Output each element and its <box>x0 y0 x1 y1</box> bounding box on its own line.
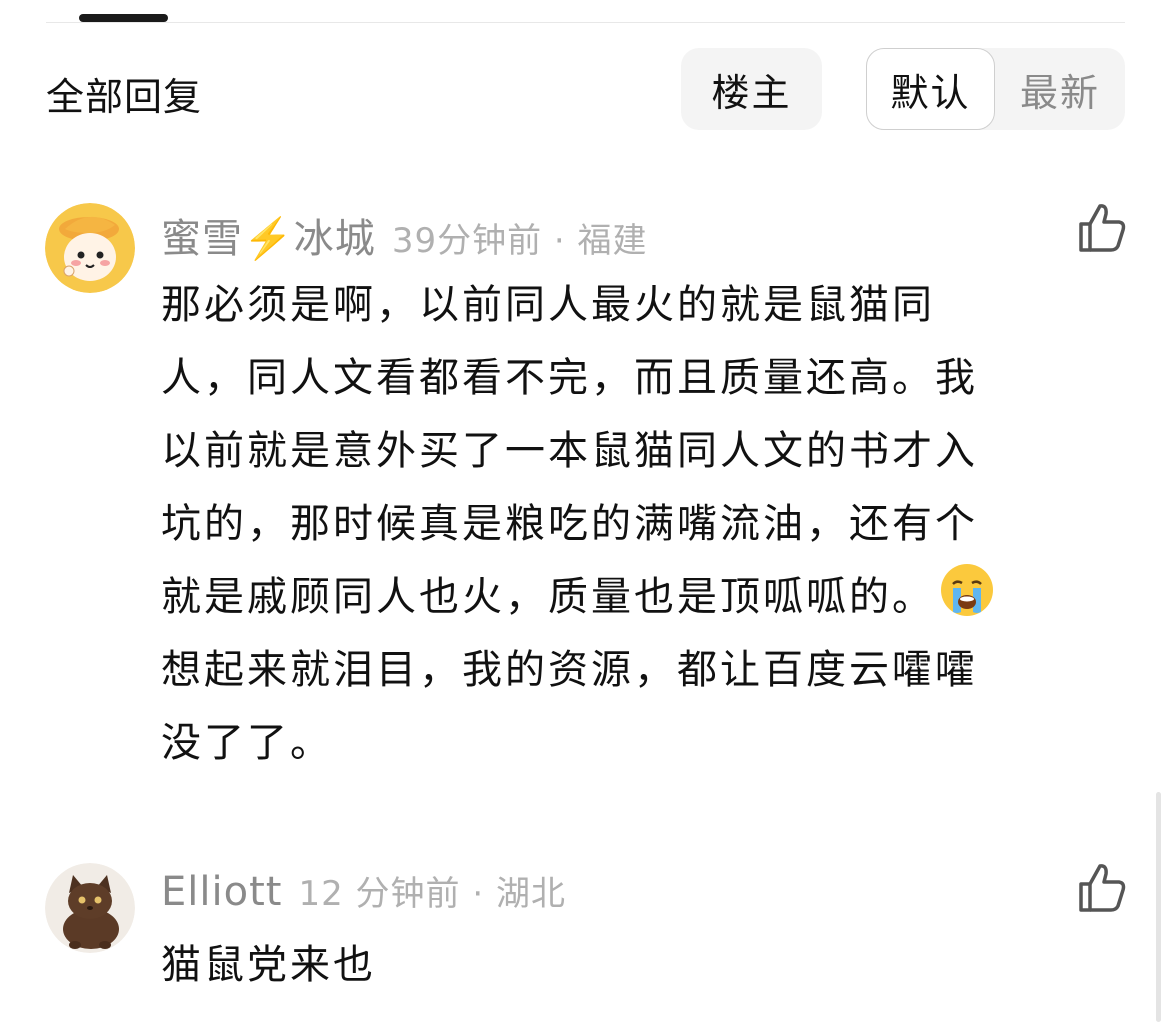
comment-line: 坑的，那时候真是粮吃的满嘴流油，还有个 <box>161 501 978 547</box>
crying-face-icon <box>941 564 993 616</box>
comment-line: 就是戚顾同人也火，质量也是顶呱呱的。 <box>161 574 935 620</box>
avatar[interactable] <box>45 203 135 293</box>
sort-toggle: 默认 最新 <box>866 48 1125 130</box>
section-title: 全部回复 <box>46 75 203 119</box>
comment-line: 想起来就泪目，我的资源，都让百度云嚯嚯 <box>161 647 978 693</box>
comment-content: 那必须是啊，以前同人最火的就是鼠猫同 人，同人文看都看不完，而且质量还高。我 以… <box>161 269 1106 780</box>
comment-meta: 蜜雪⚡️冰城 39分钟前 · 福建 <box>161 206 648 264</box>
avatar[interactable] <box>45 863 135 953</box>
sort-newest-option[interactable]: 最新 <box>995 48 1125 130</box>
comment-line: 人，同人文看都看不完，而且质量还高。我 <box>161 355 978 401</box>
active-tab-indicator <box>79 14 168 22</box>
username[interactable]: Elliott <box>161 869 282 915</box>
top-divider <box>46 22 1125 23</box>
comment-line-with-emoji: 就是戚顾同人也火，质量也是顶呱呱的。 <box>161 561 1106 634</box>
comment-line: 那必须是啊，以前同人最火的就是鼠猫同 <box>161 282 935 328</box>
thumbs-up-icon[interactable] <box>1077 862 1127 914</box>
cartoon-avatar-icon <box>45 203 135 293</box>
comment-line: 没了了。 <box>161 720 333 766</box>
filter-op-button[interactable]: 楼主 <box>681 48 822 130</box>
comment-content: 猫鼠党来也 <box>161 929 1106 1002</box>
timestamp-location: 12 分钟前 · 湖北 <box>298 874 566 914</box>
scrollbar[interactable] <box>1156 792 1161 1022</box>
comment-meta: Elliott 12 分钟前 · 湖北 <box>161 866 566 915</box>
timestamp-location: 39分钟前 · 福建 <box>391 221 648 261</box>
comment-line: 猫鼠党来也 <box>161 942 376 988</box>
kitten-avatar-icon <box>45 863 135 953</box>
comment-line: 以前就是意外买了一本鼠猫同人文的书才入 <box>161 428 978 474</box>
thumbs-up-icon[interactable] <box>1077 202 1127 254</box>
username[interactable]: 蜜雪⚡️冰城 <box>161 206 376 264</box>
sort-default-option[interactable]: 默认 <box>866 48 995 130</box>
